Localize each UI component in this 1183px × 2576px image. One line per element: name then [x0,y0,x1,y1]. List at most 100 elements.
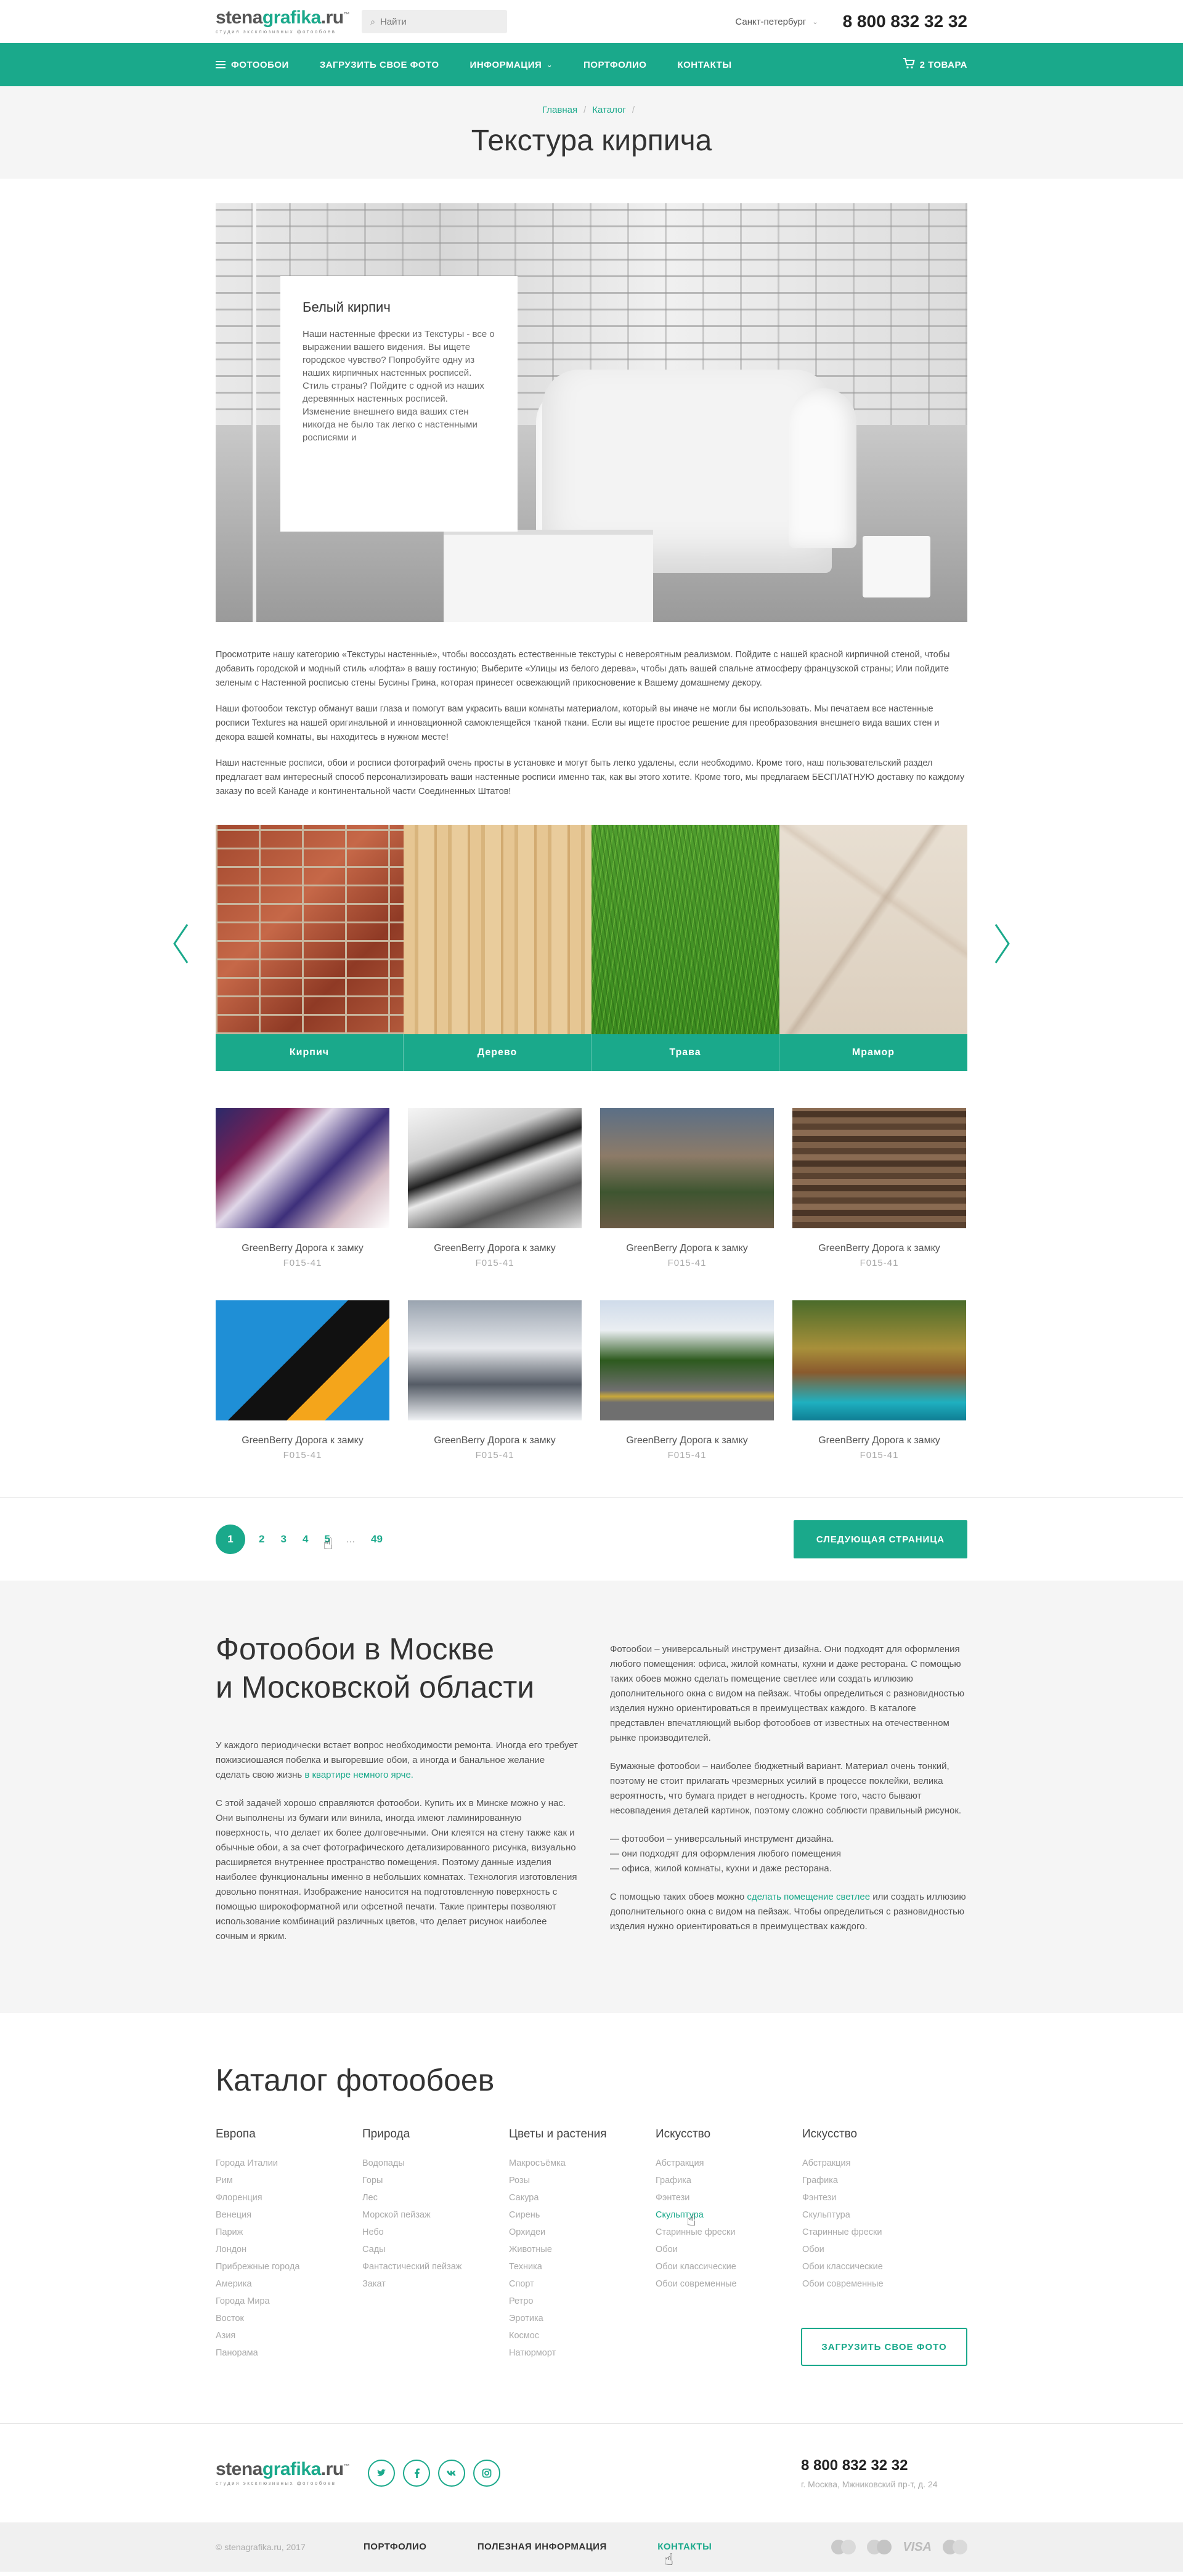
category-tile-marble[interactable]: Мрамор [779,825,967,1071]
seo-list-item: — они подходят для оформления любого пом… [610,1849,842,1859]
slider-prev-arrow-icon[interactable] [173,923,189,964]
catalog-link[interactable]: Абстракция [802,2155,949,2172]
catalog-link[interactable]: Обои классические [802,2258,949,2275]
product-card[interactable]: GreenBerry Дорога к замку F015-41 [408,1300,582,1460]
chevron-down-icon: ⌄ [547,61,553,69]
nav-item-info[interactable]: Информация ⌄ [470,60,553,70]
logo-tagline: студия эксклюзивных фотообоев [216,2481,336,2486]
category-tile-brick[interactable]: Кирпич [216,825,404,1071]
upload-photo-button[interactable]: Загрузить свое фото [801,2328,967,2366]
city-selector[interactable]: Санкт-петербург ⌄ [735,17,818,27]
catalog-link[interactable]: Фэнтези [802,2189,949,2206]
footer-link-useful-info[interactable]: Полезная информация [478,2542,607,2552]
facebook-icon[interactable] [403,2460,431,2487]
category-tile-grass[interactable]: Трава [592,825,779,1071]
catalog-link[interactable]: Орхидеи [509,2224,656,2241]
catalog-link[interactable]: Сирень [509,2206,656,2224]
catalog-link[interactable]: Скульптура ☝ [656,2206,802,2229]
catalog-link[interactable]: Закат [362,2275,509,2293]
catalog-link[interactable]: Париж [216,2224,362,2241]
catalog-link[interactable]: Старинные фрески [656,2224,802,2241]
catalog-link[interactable]: Натюрморт [509,2344,656,2362]
header-phone[interactable]: 8 800 832 32 32 [843,12,967,31]
page-link[interactable]: 5 ☝ [323,1533,333,1553]
catalog-link[interactable]: Небо [362,2224,509,2241]
catalog-link[interactable]: Космос [509,2327,656,2344]
logo[interactable]: stenagrafika.ru™ студия эксклюзивных фот… [216,9,350,34]
catalog-link[interactable]: Америка [216,2275,362,2293]
catalog-link[interactable]: Венеция [216,2206,362,2224]
catalog-link[interactable]: Панорама [216,2344,362,2362]
catalog-link[interactable]: Водопады [362,2155,509,2172]
catalog-link[interactable]: Фэнтези [656,2189,802,2206]
seo-link[interactable]: сделать помещение светлее [747,1892,870,1902]
page-link-last[interactable]: 49 [371,1533,383,1545]
product-card[interactable]: GreenBerry Дорога к замку F015-41 [792,1108,966,1268]
nav-item-contacts[interactable]: Контакты [677,60,731,70]
catalog-link[interactable]: Города Италии [216,2155,362,2172]
breadcrumb-home[interactable]: Главная [542,105,577,115]
catalog-link[interactable]: Графика [656,2172,802,2189]
page-link[interactable]: 2 [259,1533,264,1545]
product-card[interactable]: GreenBerry Дорога к замку F015-41 [216,1300,389,1460]
catalog-link[interactable]: Сакура [509,2189,656,2206]
product-image [408,1108,582,1228]
page-link[interactable]: 4 [303,1533,308,1545]
catalog-link[interactable]: Обои современные [656,2275,802,2293]
catalog-link[interactable]: Флоренция [216,2189,362,2206]
slider-next-arrow-icon[interactable] [994,923,1010,964]
catalog-link[interactable]: Азия [216,2327,362,2344]
product-card[interactable]: GreenBerry Дорога к замку F015-41 [600,1108,774,1268]
catalog-link[interactable]: Восток [216,2310,362,2327]
product-card[interactable]: GreenBerry Дорога к замку F015-41 [600,1300,774,1460]
footer-link-portfolio[interactable]: Портфолио [364,2542,426,2552]
catalog-link[interactable]: Спорт [509,2275,656,2293]
product-card[interactable]: GreenBerry Дорога к замку F015-41 [216,1108,389,1268]
nav-item-photowallpapers[interactable]: Фотообои [216,59,289,70]
catalog-link[interactable]: Макросъёмка [509,2155,656,2172]
catalog-link[interactable]: Обои [656,2241,802,2258]
vk-icon[interactable] [438,2460,466,2487]
footer-link-contacts[interactable]: Контакты ☝ [657,2542,712,2569]
catalog-link[interactable]: Обои [802,2241,949,2258]
catalog-link[interactable]: Старинные фрески [802,2224,949,2241]
catalog-link[interactable]: Обои классические [656,2258,802,2275]
twitter-icon[interactable] [368,2460,396,2487]
category-tile-wood[interactable]: Дерево [404,825,592,1071]
catalog-link[interactable]: Графика [802,2172,949,2189]
nav-item-upload[interactable]: Загрузить свое фото [320,60,439,70]
page-link[interactable]: 3 [280,1533,286,1545]
catalog-link[interactable]: Эротика [509,2310,656,2327]
breadcrumb-catalog[interactable]: Каталог [592,105,626,115]
catalog-link[interactable]: Фантастический пейзаж [362,2258,509,2275]
product-card[interactable]: GreenBerry Дорога к замку F015-41 [408,1108,582,1268]
nav-item-portfolio[interactable]: Портфолио [583,60,646,70]
catalog-link[interactable]: Лондон [216,2241,362,2258]
footer-logo[interactable]: stenagrafika.ru™ студия эксклюзивных фот… [216,2460,350,2486]
seo-link[interactable]: в квартире немного ярче. [304,1770,413,1780]
catalog-link[interactable]: Сады [362,2241,509,2258]
next-page-button[interactable]: Следующая страница [794,1520,967,1558]
catalog-link[interactable]: Техника [509,2258,656,2275]
catalog-link[interactable]: Ретро [509,2293,656,2310]
footer-phone[interactable]: 8 800 832 32 32 [801,2457,967,2474]
catalog-link[interactable]: Морской пейзаж [362,2206,509,2224]
catalog-link[interactable]: Горы [362,2172,509,2189]
page-link-current[interactable]: 1 [216,1525,245,1554]
product-card[interactable]: GreenBerry Дорога к замку F015-41 [792,1300,966,1460]
catalog-link[interactable]: Лес [362,2189,509,2206]
catalog-link[interactable]: Абстракция [656,2155,802,2172]
search-box[interactable]: ⌕ [362,10,508,33]
catalog-link[interactable]: Животные [509,2241,656,2258]
cart-button[interactable]: 2 товара [903,57,967,72]
instagram-icon[interactable] [473,2460,501,2487]
catalog-link[interactable]: Рим [216,2172,362,2189]
catalog-link[interactable]: Скульптура [802,2206,949,2224]
catalog-link[interactable]: Розы [509,2172,656,2189]
product-name: GreenBerry Дорога к замку [434,1435,556,1446]
catalog-link[interactable]: Обои современные [802,2275,949,2293]
search-input[interactable] [380,16,491,27]
catalog-link[interactable]: Прибрежные города [216,2258,362,2275]
catalog-link[interactable]: Города Мира [216,2293,362,2310]
breadcrumb-separator: / [583,105,587,115]
